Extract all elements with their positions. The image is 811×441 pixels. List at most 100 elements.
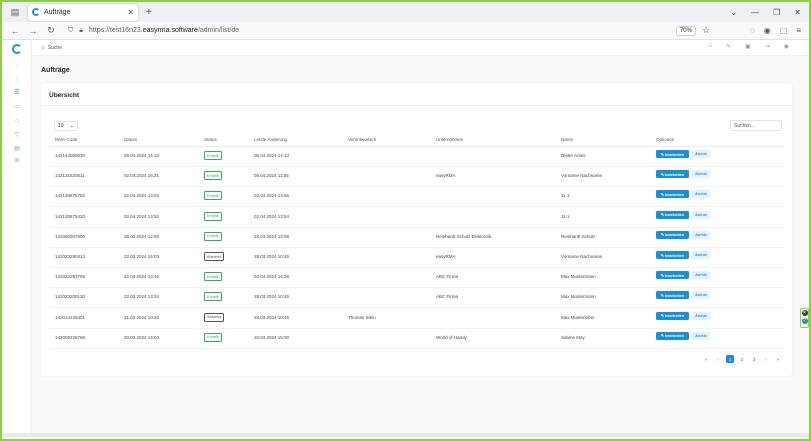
- archive-button[interactable]: Archiv: [692, 311, 710, 320]
- widget-help-icon[interactable]: ?: [801, 318, 808, 324]
- archive-button[interactable]: Archiv: [692, 170, 710, 179]
- cell-date: 22.03.2024 13:34: [124, 294, 160, 300]
- forward-icon[interactable]: →: [28, 26, 38, 36]
- account-icon[interactable]: ◉: [764, 26, 771, 35]
- archive-button[interactable]: Archiv: [692, 251, 710, 259]
- url-prefix: https://test16n23.: [88, 27, 143, 34]
- cell-date: 28.03.2024 12:50: [124, 233, 160, 239]
- status-badge: Erstellt: [204, 231, 222, 241]
- sidebar-info-icon[interactable]: ⋮: [13, 77, 21, 83]
- back-icon[interactable]: ←: [10, 26, 20, 36]
- col-unternehmen-header[interactable]: Unternehmen: [436, 137, 463, 142]
- new-tab-button[interactable]: +: [146, 7, 152, 18]
- address-field[interactable]: ⛉ 🔒︎ https://test16n23. easyrma.software /…: [68, 24, 676, 38]
- minimize-icon[interactable]: —: [751, 8, 759, 17]
- chevron-down-icon: ⌄: [69, 123, 74, 129]
- sidebar-house-icon[interactable]: ⌂: [13, 118, 21, 124]
- col-letzte-aenderung-header[interactable]: Letzte Änderung: [254, 137, 287, 142]
- archive-button[interactable]: Archiv: [692, 230, 710, 239]
- cell-changed: 08.04.2024 14:13: [254, 153, 290, 158]
- widget-close-icon[interactable]: ✕: [801, 310, 808, 316]
- archive-button[interactable]: Archiv: [692, 210, 710, 219]
- page-3-button[interactable]: 3: [750, 355, 758, 363]
- header-user-icon[interactable]: ◉: [784, 43, 789, 50]
- archive-button[interactable]: Archiv: [692, 291, 710, 300]
- archive-button[interactable]: Archiv: [692, 150, 710, 158]
- maximize-icon[interactable]: ❐: [773, 8, 780, 17]
- cell-date: 21.03.2024 10:32: [124, 314, 160, 320]
- archive-button[interactable]: Archiv: [692, 331, 710, 340]
- cell-name: Vorname Nachname: [561, 173, 603, 179]
- col-datum-header[interactable]: Datum: [124, 137, 137, 142]
- prev-page-button[interactable]: ‹: [714, 355, 722, 363]
- header-logout-icon[interactable]: ⇥: [765, 43, 770, 50]
- cell-date: 22.03.2024 13:46: [124, 274, 160, 280]
- table-search-input[interactable]: Suchen...: [730, 120, 782, 131]
- col-status-header[interactable]: Status: [204, 137, 217, 142]
- bookmark-star-icon[interactable]: ☆: [702, 25, 710, 36]
- edit-button[interactable]: ✎ bearbeiten: [656, 311, 689, 320]
- menu-icon[interactable]: ≡: [796, 26, 801, 35]
- extensions-icon[interactable]: ⬚: [780, 26, 788, 35]
- edit-button[interactable]: ✎ bearbeiten: [656, 291, 689, 300]
- tabs-dropdown-icon[interactable]: ⌄: [730, 8, 737, 17]
- status-badge: Erstellt: [204, 332, 222, 342]
- next-page-button[interactable]: ›: [762, 355, 770, 363]
- status-badge: Erstellt: [204, 292, 222, 302]
- cell-name: Max Musterleber: [561, 314, 595, 320]
- edit-button[interactable]: ✎ bearbeiten: [656, 210, 689, 219]
- edit-button[interactable]: ✎ bearbeiten: [656, 170, 689, 179]
- edit-button[interactable]: ✎ bearbeiten: [656, 331, 689, 340]
- status-badge: Erstellt: [204, 171, 222, 181]
- cell-code: 142022200130: [55, 294, 86, 300]
- header-home-icon[interactable]: ⌂: [708, 43, 712, 50]
- status-badge: Erstellt: [204, 151, 222, 160]
- col-verantwortlich-header[interactable]: Verantwortlich: [348, 137, 376, 142]
- close-window-icon[interactable]: ✕: [794, 8, 801, 17]
- sidebar-settings-icon[interactable]: ≣: [13, 158, 21, 164]
- page-2-button[interactable]: 2: [738, 355, 746, 363]
- global-search[interactable]: ⌕ Suche: [42, 43, 92, 53]
- close-tab-icon[interactable]: ✕: [127, 8, 134, 17]
- page-1-button[interactable]: 1: [726, 355, 734, 363]
- zoom-indicator[interactable]: 70%: [675, 25, 696, 36]
- status-badge: Erstellt: [204, 211, 222, 221]
- first-page-button[interactable]: «: [702, 355, 710, 363]
- card-title: Übersicht: [49, 92, 79, 99]
- last-page-button[interactable]: »: [774, 355, 782, 363]
- col-name-header[interactable]: Name: [561, 137, 573, 142]
- col-rma-code-header[interactable]: RMA-Code: [55, 137, 77, 142]
- sidebar-building-icon[interactable]: ▭: [13, 104, 21, 110]
- cell-code: 142130875752: [55, 193, 86, 199]
- edit-button[interactable]: ✎ bearbeiten: [656, 190, 689, 199]
- archive-button[interactable]: Archiv: [692, 190, 710, 199]
- cell-name: Sabine May: [561, 334, 585, 340]
- bottom-strip: [2, 433, 809, 437]
- app-logo-icon: [32, 8, 40, 16]
- header-messages-icon[interactable]: ▣: [745, 43, 751, 50]
- header-tools-icon[interactable]: ✎: [726, 43, 731, 50]
- shield-icon: ⛉: [68, 26, 74, 34]
- edit-button[interactable]: ✎ bearbeiten: [656, 150, 689, 158]
- cell-code: 142014126401: [55, 314, 86, 320]
- cell-company: Reinhardt Schulz Elektronik: [436, 233, 492, 239]
- edit-button[interactable]: ✎ bearbeiten: [656, 230, 689, 239]
- tab-title: Aufträge: [44, 8, 71, 16]
- sidebar-list-icon[interactable]: ▤: [13, 146, 21, 152]
- archive-button[interactable]: Archiv: [692, 271, 710, 280]
- cell-company: easyRMA: [436, 173, 456, 179]
- sidebar-filter-icon[interactable]: ▽: [13, 132, 21, 138]
- pocket-icon[interactable]: ◌: [750, 26, 755, 35]
- reload-icon[interactable]: ↻: [46, 25, 56, 36]
- sidebar-orders-icon[interactable]: ☰: [13, 90, 21, 96]
- edit-button[interactable]: ✎ bearbeiten: [656, 271, 689, 280]
- browser-tab[interactable]: Aufträge ✕: [28, 3, 138, 21]
- tab-list-icon[interactable]: ▤: [8, 5, 22, 19]
- cell-code: 142060307600: [55, 233, 86, 239]
- cell-changed: 28.03.2024 10:46: [254, 314, 290, 320]
- easyrma-logo-icon[interactable]: [12, 44, 22, 54]
- edit-button[interactable]: ✎ bearbeiten: [656, 251, 689, 259]
- table-row: 142008226796 20.03.2024 14:03 Erstellt 20.0…: [49, 329, 784, 349]
- sidebar-dashboard-icon[interactable]: ⁘: [13, 64, 21, 70]
- per-page-select[interactable]: 10 ⌄: [54, 121, 78, 131]
